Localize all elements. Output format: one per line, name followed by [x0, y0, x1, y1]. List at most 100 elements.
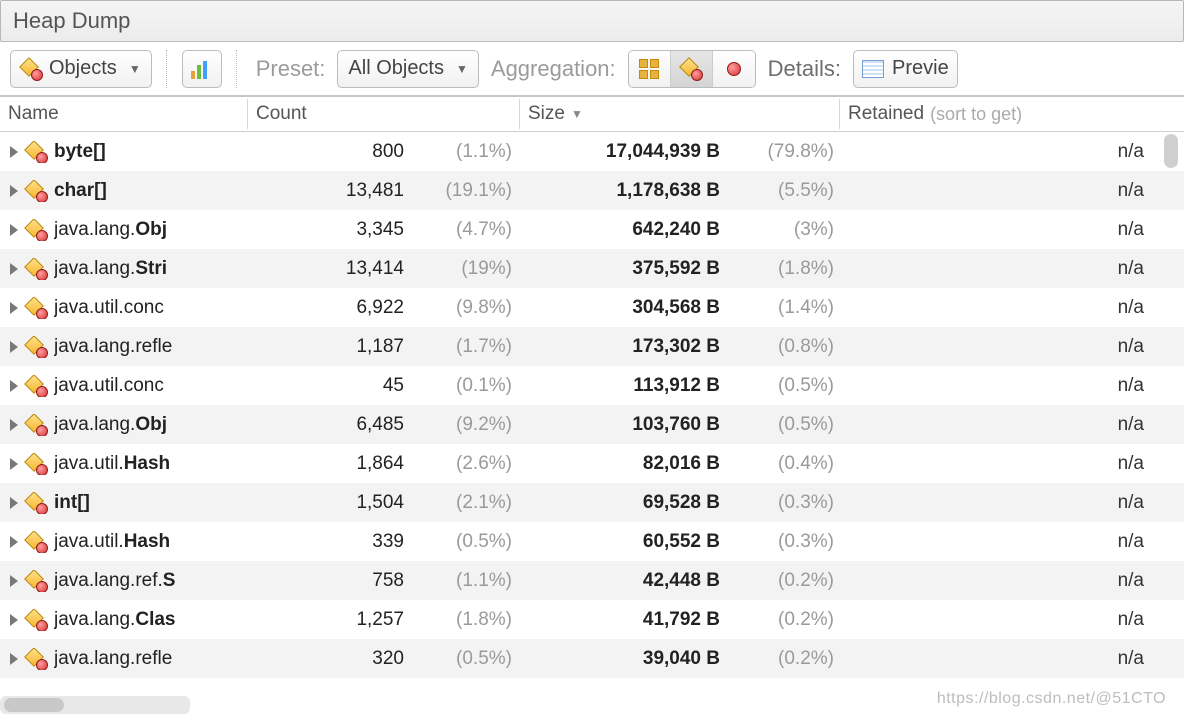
class-icon	[26, 415, 46, 435]
class-name: java.util.Hash	[54, 453, 170, 475]
size-value: 304,568 B	[550, 297, 720, 319]
size-value: 39,040 B	[550, 648, 720, 670]
col-size[interactable]: Size▼	[520, 99, 840, 129]
title-bar: Heap Dump	[0, 0, 1184, 42]
size-pct: (0.3%)	[730, 531, 840, 553]
count-pct: (4.7%)	[420, 219, 520, 241]
preview-label: Previe	[892, 57, 949, 80]
expand-icon[interactable]	[10, 458, 18, 470]
count-value: 6,922	[294, 297, 404, 319]
table-body: byte[]800(1.1%)17,044,939 B(79.8%)n/acha…	[0, 132, 1184, 678]
table-row[interactable]: java.lang.ref.S758(1.1%)42,448 B(0.2%)n/…	[0, 561, 1184, 600]
size-value: 173,302 B	[550, 336, 720, 358]
expand-icon[interactable]	[10, 575, 18, 587]
col-count[interactable]: Count	[248, 99, 520, 129]
table-row[interactable]: java.lang.refle1,187(1.7%)173,302 B(0.8%…	[0, 327, 1184, 366]
expand-icon[interactable]	[10, 419, 18, 431]
expand-icon[interactable]	[10, 341, 18, 353]
count-pct: (2.1%)	[420, 492, 520, 514]
expand-icon[interactable]	[10, 224, 18, 236]
aggregation-class-button[interactable]	[671, 51, 713, 87]
col-retained[interactable]: Retained (sort to get)	[840, 99, 1184, 129]
preset-select[interactable]: All Objects ▼	[337, 50, 478, 88]
preset-value: All Objects	[348, 57, 444, 80]
objects-button[interactable]: Objects ▼	[10, 50, 152, 88]
expand-icon[interactable]	[10, 302, 18, 314]
count-pct: (19.1%)	[420, 180, 520, 202]
count-value: 6,485	[294, 414, 404, 436]
size-value: 375,592 B	[550, 258, 720, 280]
horizontal-scrollbar-thumb[interactable]	[4, 698, 64, 712]
details-label: Details:	[764, 56, 845, 82]
expand-icon[interactable]	[10, 653, 18, 665]
class-name: java.util.conc	[54, 375, 164, 397]
count-value: 45	[294, 375, 404, 397]
table-row[interactable]: java.lang.Obj3,345(4.7%)642,240 B(3%)n/a	[0, 210, 1184, 249]
size-value: 642,240 B	[550, 219, 720, 241]
count-pct: (19%)	[420, 258, 520, 280]
expand-icon[interactable]	[10, 497, 18, 509]
count-value: 800	[294, 141, 404, 163]
retained-value: n/a	[840, 375, 1178, 397]
count-pct: (0.5%)	[420, 648, 520, 670]
table-row[interactable]: java.util.Hash1,864(2.6%)82,016 B(0.4%)n…	[0, 444, 1184, 483]
expand-icon[interactable]	[10, 614, 18, 626]
retained-value: n/a	[840, 609, 1178, 631]
expand-icon[interactable]	[10, 536, 18, 548]
col-name[interactable]: Name	[0, 99, 248, 129]
chevron-down-icon: ▼	[456, 62, 468, 76]
expand-icon[interactable]	[10, 263, 18, 275]
expand-icon[interactable]	[10, 146, 18, 158]
retained-value: n/a	[840, 297, 1178, 319]
table-row[interactable]: java.lang.Clas1,257(1.8%)41,792 B(0.2%)n…	[0, 600, 1184, 639]
table-row[interactable]: java.util.Hash339(0.5%)60,552 B(0.3%)n/a	[0, 522, 1184, 561]
class-icon	[26, 454, 46, 474]
size-pct: (0.2%)	[730, 570, 840, 592]
preview-button[interactable]: Previe	[853, 50, 958, 88]
vertical-scrollbar-thumb[interactable]	[1164, 134, 1178, 168]
retained-value: n/a	[840, 219, 1178, 241]
expand-icon[interactable]	[10, 185, 18, 197]
separator	[236, 50, 238, 88]
bar-chart-icon	[191, 59, 213, 79]
size-pct: (0.3%)	[730, 492, 840, 514]
retained-value: n/a	[840, 258, 1178, 280]
class-icon	[681, 59, 701, 79]
class-name: char[]	[54, 180, 107, 202]
count-pct: (1.7%)	[420, 336, 520, 358]
table-row[interactable]: java.lang.Stri13,414(19%)375,592 B(1.8%)…	[0, 249, 1184, 288]
toolbar: Objects ▼ Preset: All Objects ▼ Aggregat…	[0, 42, 1184, 97]
size-value: 42,448 B	[550, 570, 720, 592]
col-retained-label: Retained	[848, 103, 924, 125]
red-dot-icon	[727, 62, 741, 76]
size-pct: (3%)	[730, 219, 840, 241]
table-row[interactable]: java.util.conc6,922(9.8%)304,568 B(1.4%)…	[0, 288, 1184, 327]
table-header: Name Count Size▼ Retained (sort to get)	[0, 97, 1184, 132]
size-pct: (0.5%)	[730, 414, 840, 436]
table-row[interactable]: byte[]800(1.1%)17,044,939 B(79.8%)n/a	[0, 132, 1184, 171]
size-value: 113,912 B	[550, 375, 720, 397]
class-name: byte[]	[54, 141, 106, 163]
count-value: 13,481	[294, 180, 404, 202]
class-icon	[26, 649, 46, 669]
count-value: 758	[294, 570, 404, 592]
aggregation-grid-button[interactable]	[629, 51, 671, 87]
aggregation-label: Aggregation:	[487, 56, 620, 82]
table-row[interactable]: java.lang.refle320(0.5%)39,040 B(0.2%)n/…	[0, 639, 1184, 678]
size-value: 103,760 B	[550, 414, 720, 436]
history-chart-button[interactable]	[182, 50, 222, 88]
chevron-down-icon: ▼	[129, 62, 141, 76]
expand-icon[interactable]	[10, 380, 18, 392]
retained-value: n/a	[840, 141, 1178, 163]
count-value: 1,257	[294, 609, 404, 631]
table-row[interactable]: int[]1,504(2.1%)69,528 B(0.3%)n/a	[0, 483, 1184, 522]
retained-value: n/a	[840, 570, 1178, 592]
table-row[interactable]: char[]13,481(19.1%)1,178,638 B(5.5%)n/a	[0, 171, 1184, 210]
sort-desc-icon: ▼	[571, 107, 583, 121]
aggregation-instance-button[interactable]	[713, 51, 755, 87]
count-pct: (2.6%)	[420, 453, 520, 475]
retained-value: n/a	[840, 453, 1178, 475]
table-row[interactable]: java.util.conc45(0.1%)113,912 B(0.5%)n/a	[0, 366, 1184, 405]
table-row[interactable]: java.lang.Obj6,485(9.2%)103,760 B(0.5%)n…	[0, 405, 1184, 444]
class-name: java.lang.ref.S	[54, 570, 175, 592]
